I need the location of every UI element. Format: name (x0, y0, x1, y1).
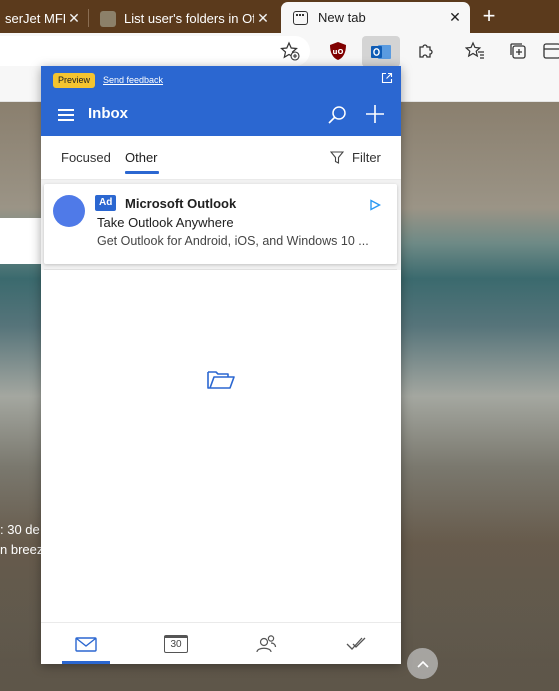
send-feedback-link[interactable]: Send feedback (103, 73, 163, 88)
outlook-header: Preview Send feedback Inbox (41, 66, 401, 136)
scroll-up-button[interactable] (407, 648, 438, 679)
tab-other[interactable]: Other (125, 150, 158, 165)
people-icon (256, 635, 277, 653)
tab-title: List user's folders in Offi (124, 11, 254, 26)
preview-badge: Preview (53, 73, 96, 88)
close-icon[interactable]: ✕ (65, 10, 83, 27)
tab-new-tab[interactable]: New tab ✕ (281, 2, 470, 33)
address-bar[interactable] (0, 36, 310, 66)
ad-subject: Take Outlook Anywhere (97, 215, 234, 230)
nav-mail[interactable] (41, 623, 131, 664)
new-tab-button[interactable]: + (477, 3, 501, 29)
chevron-up-icon (416, 660, 429, 668)
weather-text: : 30 de (0, 522, 40, 537)
pop-out-icon[interactable] (381, 72, 393, 84)
divider (44, 269, 397, 270)
ublock-extension-icon[interactable]: uO (326, 39, 350, 63)
bottom-navigation: 30 (41, 622, 401, 664)
filter-button[interactable]: Filter (330, 150, 381, 165)
browser-toolbar: uO (0, 33, 559, 69)
mail-icon (75, 636, 97, 652)
search-icon[interactable] (326, 104, 348, 126)
tab-separator (88, 9, 89, 27)
new-message-icon[interactable] (363, 102, 387, 126)
inbox-title: Inbox (88, 105, 128, 122)
checkmark-icon (346, 637, 366, 650)
calendar-icon: 30 (164, 635, 188, 653)
empty-folder-icon (207, 371, 235, 389)
active-nav-indicator (62, 661, 110, 664)
active-tab-indicator (125, 171, 159, 174)
weather-text: n breez (0, 542, 41, 557)
ad-badge: Ad (95, 195, 117, 211)
profile-icon[interactable] (540, 39, 559, 63)
tab-title: New tab (318, 10, 366, 25)
nav-people[interactable] (221, 623, 311, 664)
tab-focused[interactable]: Focused (61, 150, 111, 165)
tab-list-folders[interactable]: List user's folders in Offi ✕ (92, 4, 278, 33)
nav-tasks[interactable] (311, 623, 401, 664)
tab-laserjet[interactable]: serJet MFP ✕ (0, 4, 87, 33)
ad-message-card[interactable]: Ad Microsoft Outlook Take Outlook Anywhe… (44, 184, 397, 264)
add-favorite-icon[interactable] (278, 39, 302, 63)
menu-icon[interactable] (58, 109, 74, 121)
page-search-box[interactable] (0, 218, 41, 264)
outlook-popup: Preview Send feedback Inbox Focused Othe… (41, 66, 401, 664)
favorites-icon[interactable] (463, 39, 487, 63)
close-icon[interactable]: ✕ (254, 10, 272, 27)
collections-icon[interactable] (506, 39, 530, 63)
site-favicon-icon (100, 10, 116, 27)
new-tab-page-icon (293, 10, 308, 25)
filter-icon (330, 151, 344, 164)
ad-preview-text: Get Outlook for Android, iOS, and Window… (97, 234, 369, 248)
ad-choices-icon[interactable] (369, 199, 381, 211)
outlook-extension-icon[interactable] (362, 36, 400, 67)
inbox-tabs: Focused Other Filter (41, 136, 401, 180)
filter-label: Filter (352, 150, 381, 165)
close-icon[interactable]: ✕ (446, 9, 464, 26)
svg-text:uO: uO (333, 48, 344, 56)
nav-calendar[interactable]: 30 (131, 623, 221, 664)
avatar (53, 195, 85, 227)
ad-sender: Microsoft Outlook (125, 196, 237, 211)
tab-title: serJet MFP (5, 11, 65, 26)
browser-tab-strip: serJet MFP ✕ List user's folders in Offi… (0, 0, 559, 33)
extensions-icon[interactable] (414, 39, 438, 63)
